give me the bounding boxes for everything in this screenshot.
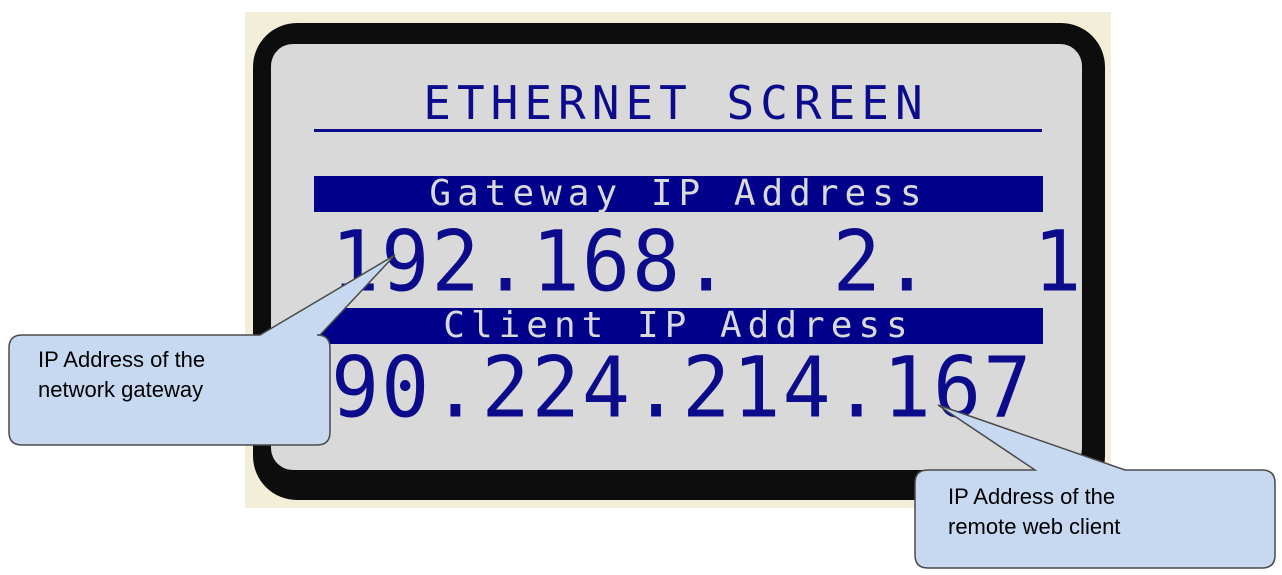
gateway-callout-line1: IP Address of the [38,347,206,372]
gateway-callout-line2: network gateway [38,377,204,402]
client-callout-line1: IP Address of the [948,484,1116,509]
gateway-callout-text: IP Address of the network gateway [38,345,308,405]
client-callout-line2: remote web client [948,514,1121,539]
client-callout-text: IP Address of the remote web client [948,482,1248,542]
